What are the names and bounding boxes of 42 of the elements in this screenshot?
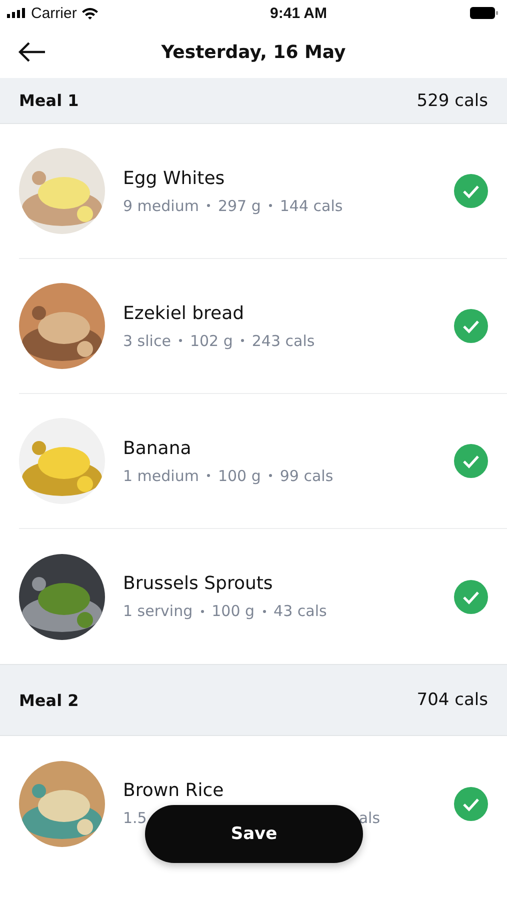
food-detail: 102 g bbox=[190, 332, 233, 350]
food-detail: 100 g bbox=[212, 602, 255, 620]
food-name: Brown Rice bbox=[123, 780, 225, 801]
food-detail: 43 cals bbox=[274, 602, 327, 620]
checkmark-icon[interactable] bbox=[454, 580, 488, 614]
separator-dot bbox=[206, 474, 210, 477]
signal-icon bbox=[7, 8, 27, 18]
food-detail: 144 cals bbox=[280, 196, 343, 214]
food-name: Egg Whites bbox=[123, 168, 226, 188]
back-arrow-icon bbox=[18, 42, 46, 62]
page-title: Yesterday, 16 May bbox=[161, 42, 346, 62]
food-detail: 243 cals bbox=[252, 332, 315, 350]
food-detail: 100 g bbox=[218, 466, 261, 484]
status-time: 9:41 AM bbox=[270, 4, 327, 22]
food-detail: 1 medium bbox=[123, 466, 199, 484]
checkmark-icon[interactable] bbox=[454, 786, 488, 820]
meal-name: Meal 2 bbox=[19, 690, 79, 710]
separator-dot bbox=[200, 610, 204, 612]
meal-calories: 704 cals bbox=[416, 690, 488, 710]
separator-dot bbox=[240, 339, 244, 342]
food-detail: 1 serving bbox=[123, 602, 193, 620]
food-detail: 3 slice bbox=[123, 332, 171, 350]
checkmark-icon[interactable] bbox=[454, 309, 488, 343]
battery-icon bbox=[470, 7, 498, 19]
separator-dot bbox=[178, 339, 182, 342]
separator-dot bbox=[262, 610, 266, 612]
checkmark-icon[interactable] bbox=[454, 444, 488, 478]
separator-dot bbox=[268, 474, 272, 477]
food-name: Ezekiel bread bbox=[123, 302, 246, 324]
meal-calories: 529 cals bbox=[416, 90, 488, 110]
food-detail: 297 g bbox=[218, 196, 261, 214]
food-detail: 9 medium bbox=[123, 196, 199, 214]
meal-name: Meal 1 bbox=[19, 91, 79, 110]
checkmark-icon[interactable] bbox=[454, 174, 488, 208]
food-name: Brussels Sprouts bbox=[123, 573, 274, 594]
separator-dot bbox=[206, 204, 210, 207]
food-detail: 1.5 bbox=[123, 809, 147, 827]
wifi-icon bbox=[80, 6, 99, 20]
carrier-name: Carrier bbox=[31, 4, 77, 22]
food-name: Banana bbox=[123, 438, 192, 458]
separator-dot bbox=[268, 204, 272, 207]
food-detail: 99 cals bbox=[280, 466, 334, 484]
